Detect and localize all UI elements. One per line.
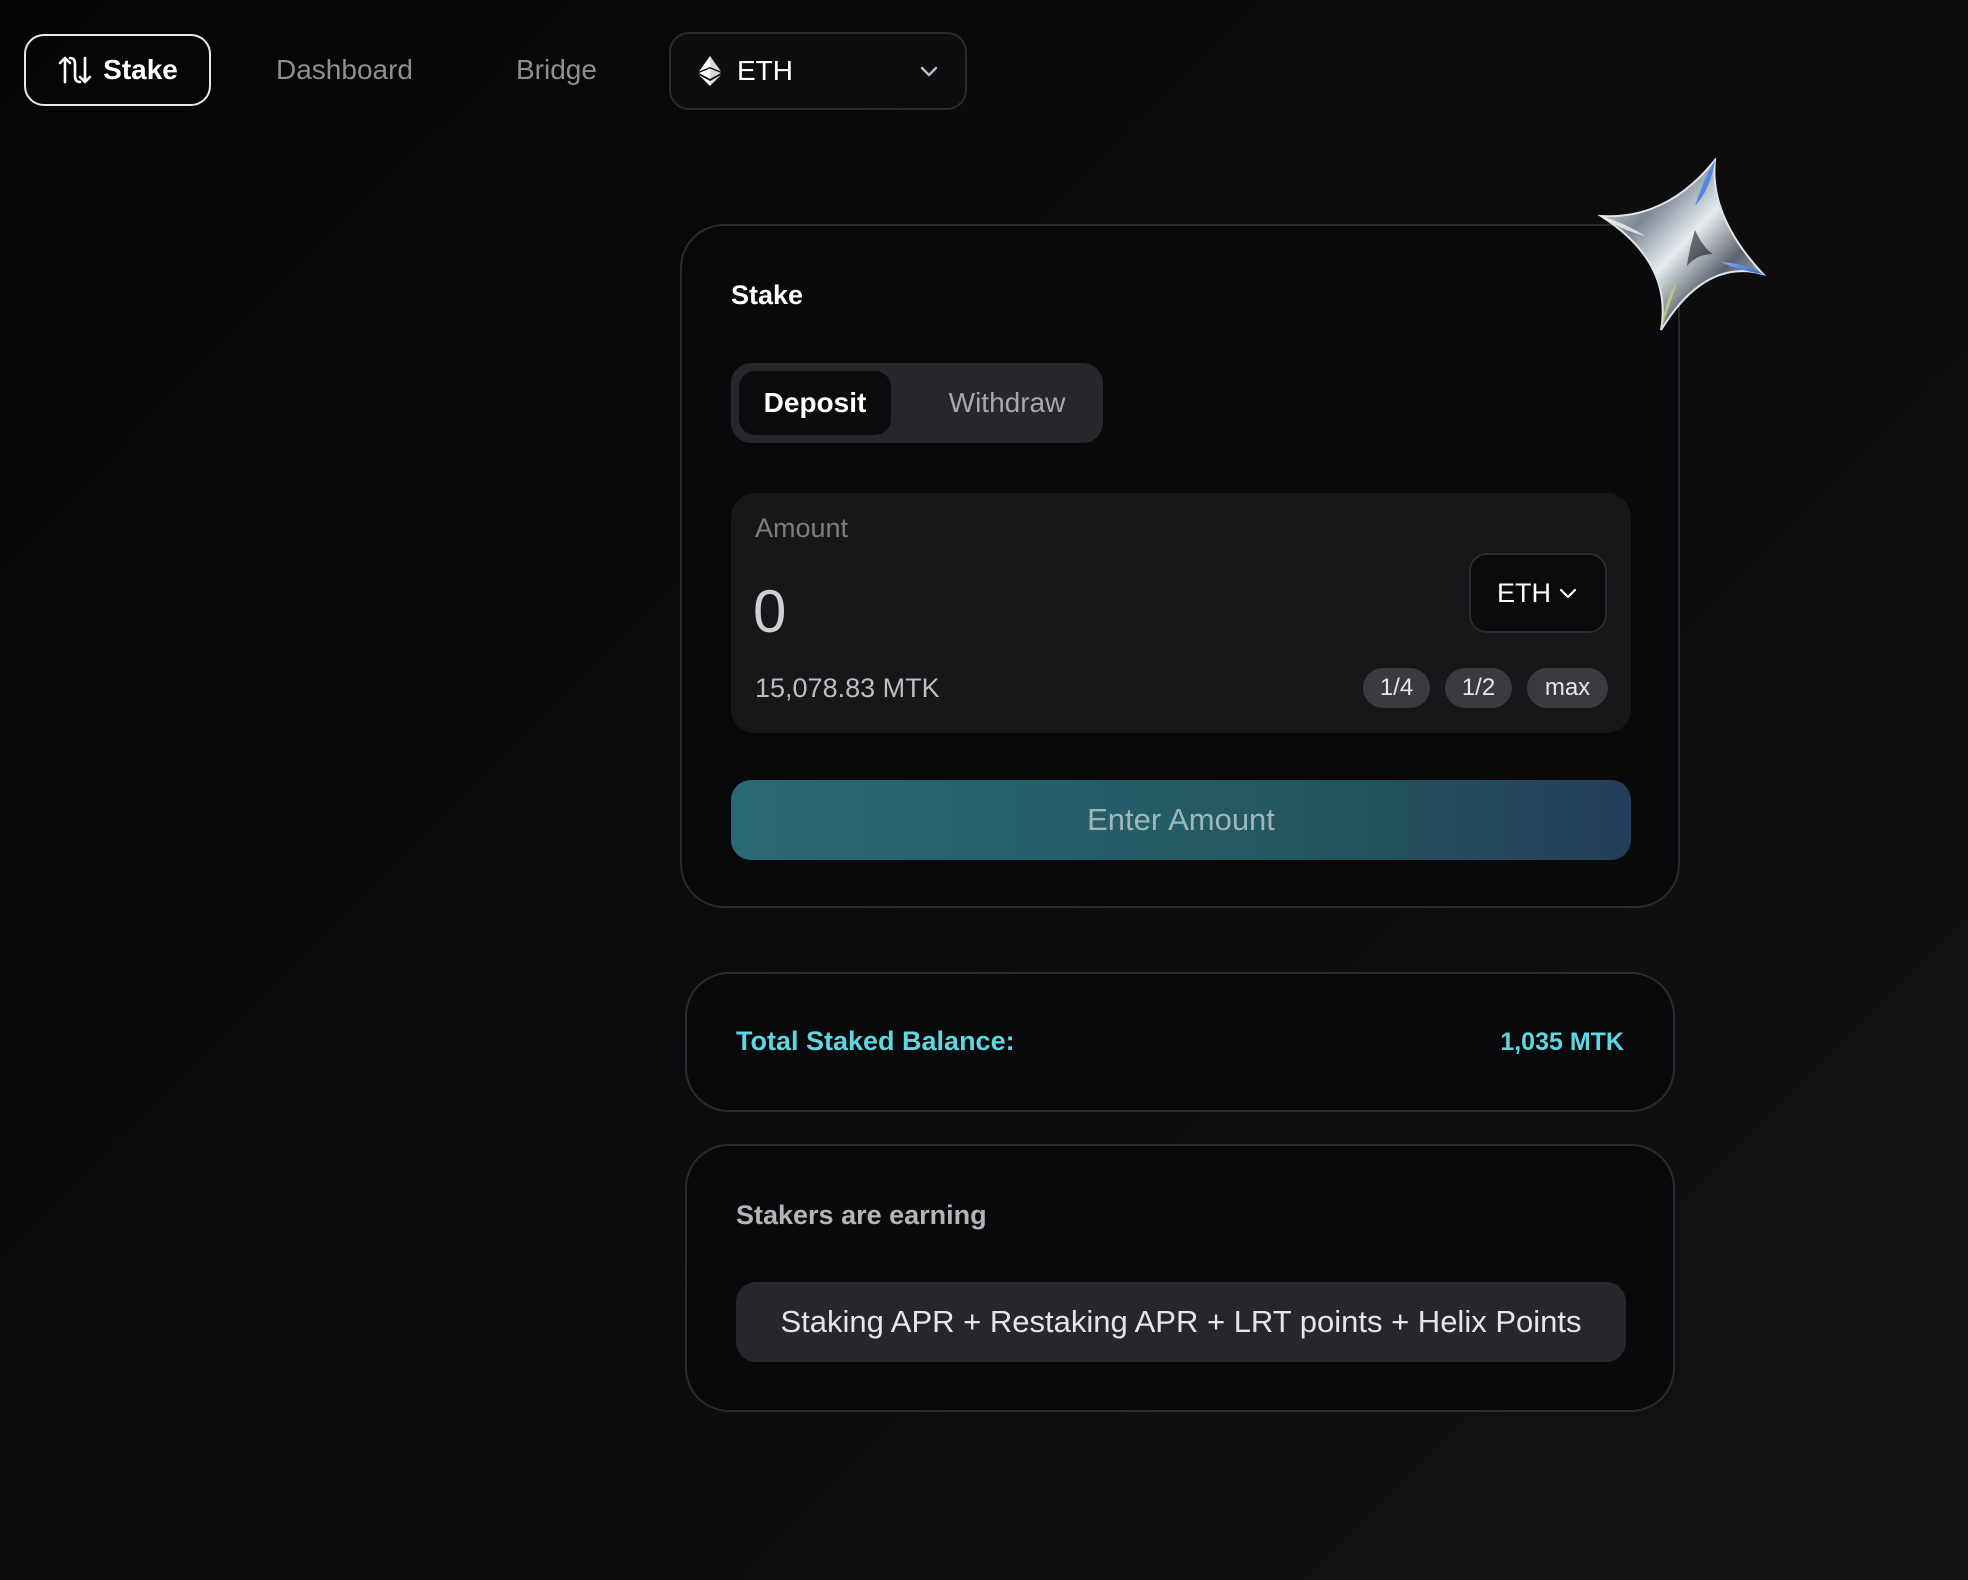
max-amount-button[interactable]: max (1527, 668, 1608, 708)
ethereum-icon (699, 56, 721, 86)
quarter-amount-button[interactable]: 1/4 (1363, 668, 1430, 708)
nav-dashboard-link[interactable]: Dashboard (276, 34, 413, 106)
nav-stake-label: Stake (103, 54, 178, 85)
tab-deposit[interactable]: Deposit (739, 371, 891, 435)
nav-bridge-link[interactable]: Bridge (516, 34, 597, 106)
token-label: ETH (1497, 577, 1551, 608)
swap-arrows-icon (58, 56, 92, 84)
amount-label: Amount (755, 513, 849, 543)
nav-stake-button[interactable]: Stake (24, 34, 211, 106)
wallet-balance: 15,078.83 MTK (755, 673, 940, 703)
stake-card: Stake Deposit Withdraw Amount 0 ETH 15,0… (680, 158, 1767, 908)
top-nav: Stake Dashboard Bridge ETH (24, 32, 984, 110)
earnings-title: Stakers are earning (736, 1200, 987, 1230)
tab-withdraw[interactable]: Withdraw (927, 371, 1087, 435)
amount-input[interactable] (753, 573, 1393, 649)
total-staked-card: Total Staked Balance: 1,035 MTK (685, 972, 1675, 1112)
total-staked-value: 1,035 MTK (1500, 1028, 1624, 1056)
chevron-down-icon (920, 66, 938, 77)
token-selector[interactable]: ETH (1469, 553, 1607, 633)
network-selector[interactable]: ETH (669, 32, 967, 110)
sparkle-star-icon (1597, 158, 1767, 331)
stake-card-title: Stake (731, 280, 804, 310)
enter-amount-button[interactable]: Enter Amount (731, 780, 1631, 860)
chevron-down-icon (1559, 588, 1577, 599)
network-label: ETH (737, 55, 793, 86)
total-staked-label: Total Staked Balance: (736, 1026, 1015, 1056)
half-amount-button[interactable]: 1/2 (1445, 668, 1512, 708)
earnings-card: Stakers are earning Staking APR + Restak… (685, 1144, 1675, 1412)
deposit-withdraw-toggle: Deposit Withdraw (731, 363, 1103, 443)
amount-panel: Amount ETH 15,078.83 MTK 1/4 1/2 max (731, 493, 1631, 733)
earnings-tagline: Staking APR + Restaking APR + LRT points… (736, 1282, 1626, 1362)
